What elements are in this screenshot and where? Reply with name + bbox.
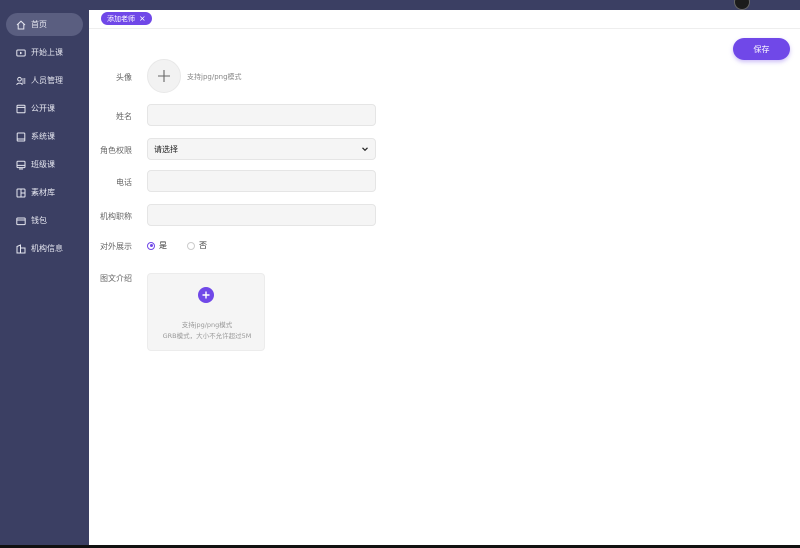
sidebar-item-wallet[interactable]: 钱包	[6, 209, 83, 232]
role-label: 角色权限	[100, 146, 132, 155]
window-icon	[15, 103, 27, 115]
sidebar-item-system-class[interactable]: 系统课	[6, 125, 83, 148]
sidebar-item-label: 系统课	[31, 132, 55, 141]
chevron-down-icon	[362, 147, 368, 152]
sidebar-item-public-class[interactable]: 公开课	[6, 97, 83, 120]
sidebar-item-label: 开始上课	[31, 48, 63, 57]
sidebar-item-label: 班级课	[31, 160, 55, 169]
display-yes-label: 是	[159, 241, 167, 250]
save-button[interactable]: 保存	[733, 38, 790, 60]
display-no-label: 否	[199, 241, 207, 250]
video-icon	[15, 47, 27, 59]
avatar-upload-button[interactable]	[147, 59, 181, 93]
book-icon	[15, 131, 27, 143]
avatar-label: 头像	[116, 73, 132, 82]
sidebar-item-staff[interactable]: 人员管理	[6, 69, 83, 92]
display-no-radio[interactable]: 否	[187, 240, 207, 251]
sidebar-item-label: 首页	[31, 20, 47, 29]
top-bar	[0, 0, 800, 10]
org-title-field[interactable]	[147, 204, 376, 226]
close-icon[interactable]: ×	[139, 14, 146, 23]
display-yes-radio[interactable]: 是	[147, 240, 167, 251]
sidebar: 首页 开始上课 人员管理 公开课 系统课 班级课 素材库 钱包 机构信息	[0, 0, 89, 545]
add-icon	[198, 287, 214, 303]
sidebar-item-materials[interactable]: 素材库	[6, 181, 83, 204]
intro-image-upload[interactable]: 支持jpg/png模式 GRB模式，大小不允许超过5M	[147, 273, 265, 351]
phone-label: 电话	[116, 178, 132, 187]
users-icon	[15, 75, 27, 87]
phone-field[interactable]	[147, 170, 376, 192]
intro-label: 图文介绍	[100, 274, 132, 283]
intro-hint-size: GRB模式，大小不允许超过5M	[162, 332, 252, 340]
board-icon	[15, 159, 27, 171]
title-label: 机构职称	[100, 212, 132, 221]
avatar[interactable]	[734, 0, 750, 10]
sidebar-item-start-class[interactable]: 开始上课	[6, 41, 83, 64]
tab-add-teacher[interactable]: 添加老师 ×	[101, 12, 152, 25]
sidebar-item-home[interactable]: 首页	[6, 13, 83, 36]
radio-unchecked-icon	[187, 241, 195, 250]
plus-icon	[158, 70, 170, 82]
name-label: 姓名	[116, 112, 132, 121]
intro-hint-format: 支持jpg/png模式	[181, 321, 233, 329]
tab-label: 添加老师	[107, 14, 135, 23]
display-label: 对外展示	[100, 242, 132, 251]
tab-strip: 添加老师 ×	[89, 10, 800, 29]
sidebar-item-class-course[interactable]: 班级课	[6, 153, 83, 176]
role-select[interactable]: 请选择	[147, 138, 376, 160]
avatar-hint: 支持jpg/png模式	[187, 73, 242, 81]
sidebar-item-label: 机构信息	[31, 244, 63, 253]
wallet-icon	[15, 215, 27, 227]
sidebar-item-label: 钱包	[31, 216, 47, 225]
sidebar-item-label: 素材库	[31, 188, 55, 197]
sidebar-item-label: 公开课	[31, 104, 55, 113]
layout-icon	[15, 187, 27, 199]
radio-checked-icon	[147, 241, 155, 250]
sidebar-item-org-info[interactable]: 机构信息	[6, 237, 83, 260]
sidebar-item-label: 人员管理	[31, 76, 63, 85]
role-select-value: 请选择	[154, 144, 178, 154]
home-icon	[15, 19, 27, 31]
name-field[interactable]	[147, 104, 376, 126]
building-icon	[15, 243, 27, 255]
